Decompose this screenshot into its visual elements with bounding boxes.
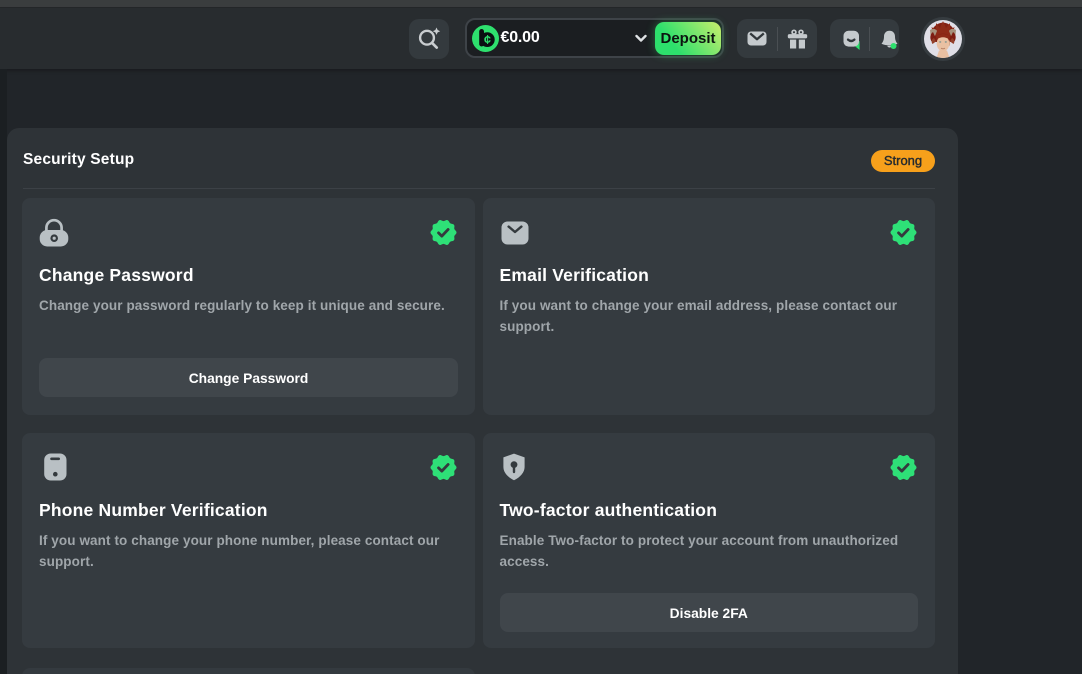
svg-text:¢: ¢ — [484, 33, 491, 47]
